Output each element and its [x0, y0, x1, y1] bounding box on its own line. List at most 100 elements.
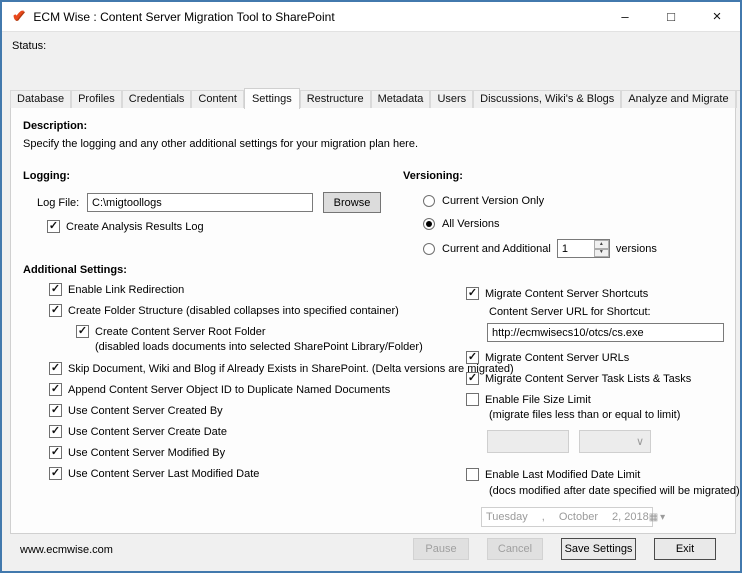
- additional-settings-heading: Additional Settings:: [23, 264, 127, 276]
- tab-profiles[interactable]: Profiles: [71, 90, 122, 108]
- date-limit-note: (docs modified after date specified will…: [489, 485, 730, 497]
- footer-buttons: Pause Cancel Save Settings Exit: [413, 538, 716, 560]
- minimize-icon[interactable]: –: [602, 2, 648, 31]
- tab-permissions[interactable]: Permissions: [736, 90, 742, 108]
- checkbox-icon[interactable]: [49, 283, 62, 296]
- create-root-folder-checkbox[interactable]: Create Content Server Root Folder: [76, 325, 465, 338]
- additional-versions-spinner[interactable]: 1 ▲ ▼: [557, 239, 610, 258]
- pause-button[interactable]: Pause: [413, 538, 469, 560]
- title-bar: ✔ ECM Wise : Content Server Migration To…: [2, 2, 740, 31]
- file-size-value-input[interactable]: [487, 430, 569, 453]
- log-file-input[interactable]: [87, 193, 313, 212]
- checkbox-icon[interactable]: [76, 325, 89, 338]
- exit-button[interactable]: Exit: [654, 538, 716, 560]
- maximize-icon[interactable]: □: [648, 2, 694, 31]
- radio-icon[interactable]: [423, 243, 435, 255]
- checkbox-icon[interactable]: [49, 467, 62, 480]
- checkbox-label: Use Content Server Create Date: [68, 426, 227, 438]
- checkbox-icon[interactable]: [466, 393, 479, 406]
- checkbox-label: Enable Link Redirection: [68, 284, 184, 296]
- append-object-id-checkbox[interactable]: Append Content Server Object ID to Dupli…: [49, 383, 465, 396]
- date-limit-checkbox[interactable]: Enable Last Modified Date Limit: [466, 468, 730, 481]
- file-size-limit-checkbox[interactable]: Enable File Size Limit: [466, 393, 730, 406]
- tab-metadata[interactable]: Metadata: [371, 90, 431, 108]
- checkbox-label: Use Content Server Last Modified Date: [68, 468, 259, 480]
- tab-restructure[interactable]: Restructure: [300, 90, 371, 108]
- all-versions-radio[interactable]: All Versions: [423, 218, 499, 230]
- cancel-button[interactable]: Cancel: [487, 538, 543, 560]
- shortcut-url-input[interactable]: [487, 323, 724, 342]
- current-and-additional-radio[interactable]: Current and Additional 1 ▲ ▼ versions: [423, 239, 657, 258]
- checkbox-label: Migrate Content Server Shortcuts: [485, 288, 648, 300]
- use-create-date-checkbox[interactable]: Use Content Server Create Date: [49, 425, 465, 438]
- checkbox-icon[interactable]: [49, 425, 62, 438]
- status-label: Status:: [12, 40, 46, 52]
- tab-strip: Database Profiles Credentials Content Se…: [10, 88, 742, 108]
- checkbox-icon[interactable]: [466, 372, 479, 385]
- checkbox-icon[interactable]: [49, 304, 62, 317]
- use-last-modified-checkbox[interactable]: Use Content Server Last Modified Date: [49, 467, 465, 480]
- save-settings-button[interactable]: Save Settings: [561, 538, 636, 560]
- use-modified-by-checkbox[interactable]: Use Content Server Modified By: [49, 446, 465, 459]
- description-heading: Description:: [23, 120, 87, 132]
- create-folder-structure-checkbox[interactable]: Create Folder Structure (disabled collap…: [49, 304, 465, 317]
- checkbox-icon[interactable]: [49, 362, 62, 375]
- chevron-down-icon: ▾: [660, 512, 665, 523]
- radio-icon[interactable]: [423, 195, 435, 207]
- close-icon[interactable]: ×: [694, 2, 740, 31]
- logging-heading: Logging:: [23, 170, 70, 182]
- enable-link-redirection-checkbox[interactable]: Enable Link Redirection: [49, 283, 465, 296]
- checkbox-label: Migrate Content Server Task Lists & Task…: [485, 373, 691, 385]
- tab-analyze-and-migrate[interactable]: Analyze and Migrate: [621, 90, 735, 108]
- file-size-limit-fields: ∨: [487, 430, 730, 453]
- create-root-folder-note: (disabled loads documents into selected …: [95, 341, 465, 353]
- tab-credentials[interactable]: Credentials: [122, 90, 192, 108]
- checkbox-icon[interactable]: [466, 351, 479, 364]
- log-file-label: Log File:: [37, 197, 79, 209]
- versioning-heading: Versioning:: [403, 170, 463, 182]
- checkbox-icon[interactable]: [466, 468, 479, 481]
- spinner-down-icon[interactable]: ▼: [594, 249, 609, 258]
- versions-suffix-label: versions: [616, 243, 657, 255]
- file-size-limit-note: (migrate files less than or equal to lim…: [489, 409, 730, 421]
- radio-label: Current and Additional: [442, 243, 551, 255]
- window-controls: – □ ×: [602, 2, 740, 31]
- tab-discussions-wikis-blogs[interactable]: Discussions, Wiki's & Blogs: [473, 90, 621, 108]
- tab-database[interactable]: Database: [10, 90, 71, 108]
- checkbox-label: Use Content Server Modified By: [68, 447, 225, 459]
- radio-icon[interactable]: [423, 218, 435, 230]
- additional-settings-left-column: Enable Link Redirection Create Folder St…: [49, 283, 465, 488]
- checkbox-label: Enable File Size Limit: [485, 394, 591, 406]
- checkbox-icon[interactable]: [49, 446, 62, 459]
- skip-existing-checkbox[interactable]: Skip Document, Wiki and Blog if Already …: [49, 362, 465, 375]
- browse-button[interactable]: Browse: [323, 192, 381, 213]
- window-title: ECM Wise : Content Server Migration Tool…: [33, 10, 334, 24]
- migrate-urls-checkbox[interactable]: Migrate Content Server URLs: [466, 351, 730, 364]
- create-analysis-log-checkbox[interactable]: Create Analysis Results Log: [47, 220, 204, 233]
- checkbox-label: Append Content Server Object ID to Dupli…: [68, 384, 390, 396]
- checkbox-label: Create Content Server Root Folder: [95, 326, 266, 338]
- migrate-tasks-checkbox[interactable]: Migrate Content Server Task Lists & Task…: [466, 372, 730, 385]
- checkbox-icon[interactable]: [49, 404, 62, 417]
- checkbox-icon[interactable]: [466, 287, 479, 300]
- settings-tab-page: Description: Specify the logging and any…: [10, 105, 736, 534]
- checkbox-icon[interactable]: [49, 383, 62, 396]
- date-day: Tuesday: [486, 511, 528, 523]
- use-created-by-checkbox[interactable]: Use Content Server Created By: [49, 404, 465, 417]
- migrate-shortcuts-checkbox[interactable]: Migrate Content Server Shortcuts: [466, 287, 730, 300]
- date-rest: 2, 2018: [612, 511, 649, 523]
- description-text: Specify the logging and any other additi…: [23, 138, 418, 150]
- tab-content[interactable]: Content: [191, 90, 244, 108]
- tab-settings[interactable]: Settings: [244, 88, 300, 109]
- tab-users[interactable]: Users: [430, 90, 473, 108]
- date-separator: ,: [542, 511, 545, 523]
- calendar-dropdown[interactable]: ▦ ▾: [649, 512, 665, 523]
- current-version-only-radio[interactable]: Current Version Only: [423, 195, 544, 207]
- file-size-unit-dropdown[interactable]: ∨: [579, 430, 651, 453]
- checkbox-label: Skip Document, Wiki and Blog if Already …: [68, 363, 514, 375]
- spinner-value[interactable]: 1: [558, 240, 594, 257]
- date-limit-picker[interactable]: Tuesday , October 2, 2018 ▦ ▾: [481, 507, 653, 527]
- website-link[interactable]: www.ecmwise.com: [20, 544, 113, 556]
- checkbox-icon[interactable]: [47, 220, 60, 233]
- spinner-up-icon[interactable]: ▲: [594, 240, 609, 249]
